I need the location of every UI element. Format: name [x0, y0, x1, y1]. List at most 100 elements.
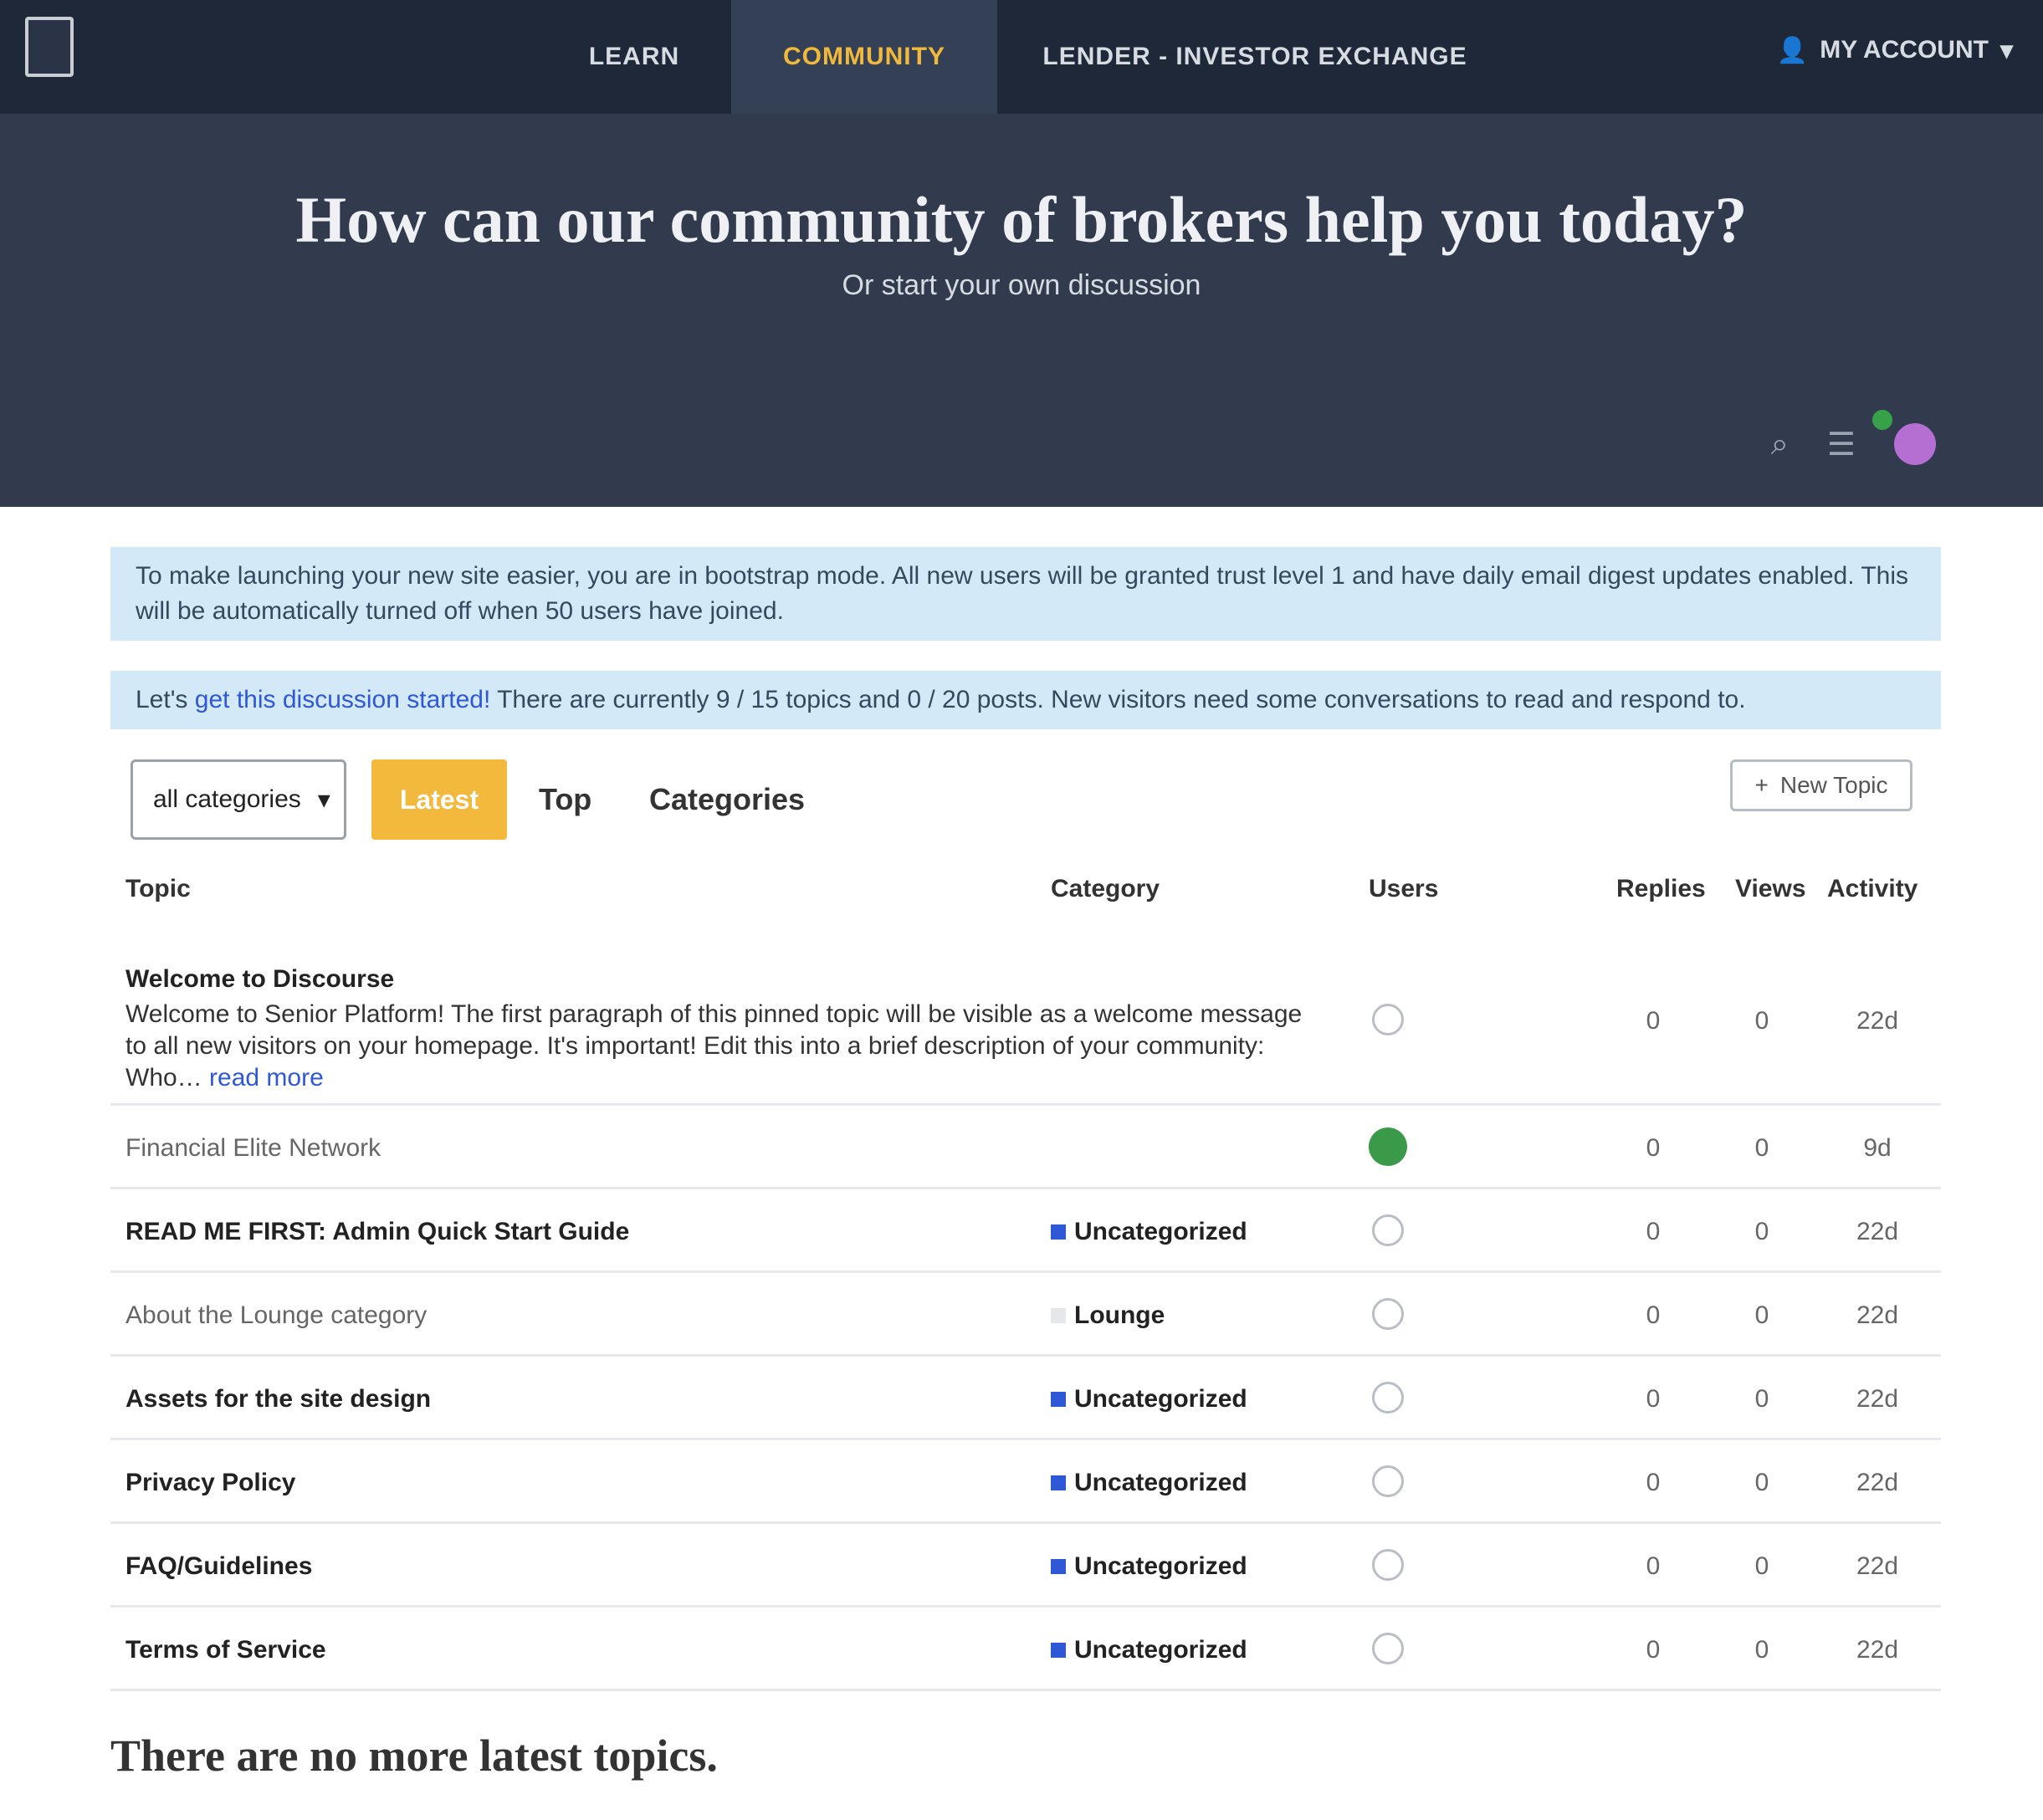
header-replies[interactable]: Replies	[1616, 875, 1706, 903]
account-menu[interactable]: 👤 MY ACCOUNT ▾	[1777, 0, 2013, 100]
activity-time[interactable]: 22d	[1844, 1552, 1911, 1581]
topic-excerpt: Welcome to Senior Platform! The first pa…	[125, 999, 1313, 1094]
nav-link-community[interactable]: COMMUNITY	[731, 0, 997, 114]
views-count: 0	[1754, 1469, 1769, 1496]
user-avatar-icon[interactable]	[1372, 1633, 1404, 1664]
read-more-link[interactable]: read more	[209, 1064, 324, 1091]
account-label: MY ACCOUNT	[1820, 36, 1989, 64]
table-row: Financial Elite Network 0 0 9d	[110, 1106, 1941, 1189]
table-row: READ ME FIRST: Admin Quick Start Guide U…	[110, 1189, 1941, 1273]
hero-title: How can our community of brokers help yo…	[295, 183, 1748, 256]
discussion-notice: Let's get this discussion started! There…	[110, 671, 1941, 729]
replies-count: 0	[1646, 1134, 1661, 1162]
category-color-swatch	[1051, 1224, 1066, 1240]
chevron-down-icon: ▾	[317, 785, 330, 814]
hero-banner: How can our community of brokers help yo…	[0, 114, 2043, 507]
bootstrap-notice: To make launching your new site easier, …	[110, 547, 1941, 641]
views-count: 0	[1754, 1636, 1769, 1664]
topic-title[interactable]: READ ME FIRST: Admin Quick Start Guide	[125, 1218, 629, 1246]
header-users: Users	[1369, 875, 1439, 902]
new-topic-label: New Topic	[1779, 772, 1888, 798]
discussion-prefix: Let's	[136, 686, 195, 713]
activity-time[interactable]: 22d	[1844, 1301, 1911, 1330]
views-count: 0	[1754, 1007, 1769, 1035]
category-color-swatch	[1051, 1643, 1066, 1658]
topic-title[interactable]: Privacy Policy	[125, 1469, 295, 1497]
header-icons: ⌕ ☰	[1771, 410, 1936, 465]
topic-title[interactable]: Terms of Service	[125, 1636, 326, 1664]
category-color-swatch	[1051, 1559, 1066, 1574]
replies-count: 0	[1646, 1218, 1661, 1245]
activity-time[interactable]: 22d	[1844, 1469, 1911, 1497]
new-topic-button[interactable]: + New Topic	[1730, 759, 1912, 811]
replies-count: 0	[1646, 1552, 1661, 1580]
category-color-swatch	[1051, 1475, 1066, 1490]
replies-count: 0	[1646, 1007, 1661, 1035]
views-count: 0	[1754, 1552, 1769, 1580]
topic-title[interactable]: About the Lounge category	[125, 1301, 427, 1330]
user-avatar-icon[interactable]	[1372, 1382, 1404, 1414]
table-row: Assets for the site design Uncategorized…	[110, 1357, 1941, 1440]
category-label: Lounge	[1074, 1301, 1165, 1329]
activity-time[interactable]: 22d	[1844, 1007, 1911, 1035]
topic-controls: all categories ▾ Latest Top Categories +…	[131, 759, 1912, 840]
get-discussion-started-link[interactable]: get this discussion started!	[195, 686, 491, 713]
replies-count: 0	[1646, 1636, 1661, 1664]
table-row: Privacy Policy Uncategorized 0 0 22d	[110, 1440, 1941, 1524]
user-avatar-icon[interactable]	[1372, 1214, 1404, 1246]
bootstrap-notice-text: To make launching your new site easier, …	[136, 562, 1908, 625]
views-count: 0	[1754, 1218, 1769, 1245]
search-icon[interactable]: ⌕	[1771, 427, 1789, 463]
views-count: 0	[1754, 1385, 1769, 1413]
tab-categories[interactable]: Categories	[649, 759, 805, 840]
views-count: 0	[1754, 1301, 1769, 1329]
tab-latest[interactable]: Latest	[371, 759, 507, 840]
category-badge[interactable]: Uncategorized	[1051, 1218, 1247, 1246]
category-label: Uncategorized	[1074, 1552, 1247, 1580]
category-color-swatch	[1051, 1392, 1066, 1407]
tab-top[interactable]: Top	[539, 759, 591, 840]
category-label: Uncategorized	[1074, 1385, 1247, 1413]
user-avatar[interactable]	[1872, 410, 1936, 465]
replies-count: 0	[1646, 1385, 1661, 1413]
header-views[interactable]: Views	[1735, 875, 1806, 903]
category-badge[interactable]: Uncategorized	[1051, 1469, 1247, 1497]
header-activity[interactable]: Activity	[1827, 875, 1918, 903]
table-row: FAQ/Guidelines Uncategorized 0 0 22d	[110, 1524, 1941, 1608]
user-avatar-icon[interactable]	[1372, 1465, 1404, 1497]
activity-time[interactable]: 22d	[1844, 1636, 1911, 1664]
no-more-topics-message: There are no more latest topics.	[110, 1731, 718, 1781]
category-badge[interactable]: Uncategorized	[1051, 1636, 1247, 1664]
table-row: Terms of Service Uncategorized 0 0 22d	[110, 1608, 1941, 1691]
views-count: 0	[1754, 1134, 1769, 1162]
hamburger-menu-icon[interactable]: ☰	[1827, 426, 1856, 463]
category-label: Uncategorized	[1074, 1218, 1247, 1245]
activity-time[interactable]: 22d	[1844, 1385, 1911, 1414]
user-avatar-icon[interactable]	[1372, 1549, 1404, 1581]
notification-dot	[1872, 410, 1892, 430]
topic-title[interactable]: Assets for the site design	[125, 1385, 431, 1414]
category-badge[interactable]: Uncategorized	[1051, 1385, 1247, 1414]
header-topic[interactable]: Topic	[125, 875, 191, 903]
top-nav: LEARN COMMUNITY LENDER - INVESTOR EXCHAN…	[0, 0, 2043, 114]
logo-mark	[25, 17, 74, 77]
activity-time[interactable]: 22d	[1844, 1218, 1911, 1246]
nav-link-lender-investor-exchange[interactable]: LENDER - INVESTOR EXCHANGE	[1037, 0, 1472, 114]
table-row: Welcome to Discourse Welcome to Senior P…	[110, 955, 1941, 1106]
topic-title[interactable]: FAQ/Guidelines	[125, 1552, 312, 1581]
start-discussion-link[interactable]: Or start your own discussion	[0, 269, 2043, 302]
user-avatar-icon[interactable]	[1372, 1298, 1404, 1330]
category-select[interactable]: all categories ▾	[131, 759, 346, 840]
category-badge[interactable]: Uncategorized	[1051, 1552, 1247, 1581]
category-badge[interactable]: Lounge	[1051, 1301, 1165, 1330]
nav-link-learn[interactable]: LEARN	[559, 0, 709, 114]
topic-title[interactable]: Welcome to Discourse	[125, 965, 394, 994]
user-avatar-icon[interactable]	[1369, 1127, 1407, 1166]
user-avatar-icon[interactable]	[1372, 1004, 1404, 1035]
activity-time[interactable]: 9d	[1844, 1134, 1911, 1163]
site-logo[interactable]	[25, 17, 286, 77]
topic-title[interactable]: Financial Elite Network	[125, 1134, 381, 1163]
discussion-notice-text: There are currently 9 / 15 topics and 0 …	[490, 686, 1746, 713]
plus-icon: +	[1754, 772, 1769, 798]
replies-count: 0	[1646, 1469, 1661, 1496]
